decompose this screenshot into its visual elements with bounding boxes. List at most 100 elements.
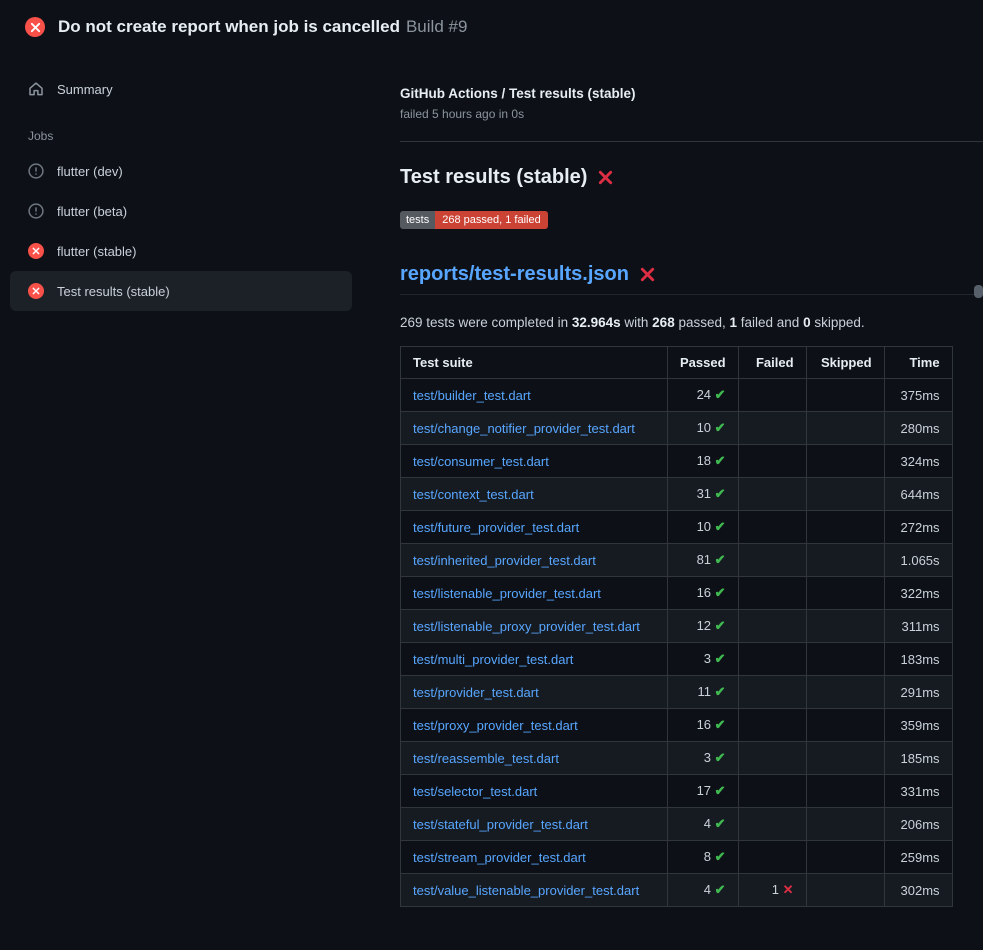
sidebar-job-label: flutter (dev): [57, 164, 123, 179]
skipped-cell: [806, 709, 884, 742]
results-table-body: test/builder_test.dart24 ✔375mstest/chan…: [401, 379, 953, 907]
skipped-cell: [806, 775, 884, 808]
table-row: test/inherited_provider_test.dart 81 ✔ 1.0…: [401, 544, 953, 577]
divider: [400, 141, 983, 142]
suite-cell: test/selector_test.dart: [401, 775, 668, 808]
suite-cell: test/proxy_provider_test.dart: [401, 709, 668, 742]
failed-cell: [738, 511, 806, 544]
suite-cell: test/change_notifier_provider_test.dart: [401, 412, 668, 445]
test-suite-link[interactable]: test/selector_test.dart: [413, 784, 537, 799]
check-icon: ✔: [715, 420, 726, 435]
sidebar-item-flutter-dev[interactable]: flutter (dev): [10, 151, 352, 191]
check-icon: ✔: [715, 618, 726, 633]
scrollbar-thumb[interactable]: [974, 285, 983, 298]
test-suite-link[interactable]: test/proxy_provider_test.dart: [413, 718, 578, 733]
suite-cell: test/stream_provider_test.dart: [401, 841, 668, 874]
time-cell: 331ms: [884, 775, 952, 808]
passed-cell: 16 ✔: [668, 709, 739, 742]
column-header-test-suite: Test suite: [401, 347, 668, 379]
skipped-cell: [806, 412, 884, 445]
failed-cell: [738, 742, 806, 775]
test-suite-link[interactable]: test/provider_test.dart: [413, 685, 539, 700]
sidebar-job-label: flutter (stable): [57, 244, 136, 259]
test-suite-link[interactable]: test/change_notifier_provider_test.dart: [413, 421, 635, 436]
test-suite-link[interactable]: test/listenable_provider_test.dart: [413, 586, 601, 601]
status-line: failed 5 hours ago in 0s: [400, 107, 983, 121]
table-row: test/selector_test.dart17 ✔331ms: [401, 775, 953, 808]
passed-cell: 18 ✔: [668, 445, 739, 478]
cancelled-icon: [28, 203, 44, 219]
skipped-cell: [806, 511, 884, 544]
cancelled-icon: [28, 163, 44, 179]
table-row: test/context_test.dart31 ✔644ms: [401, 478, 953, 511]
test-suite-link[interactable]: test/consumer_test.dart: [413, 454, 549, 469]
suite-cell: test/listenable_provider_test.dart: [401, 577, 668, 610]
sidebar-item-flutter-stable[interactable]: flutter (stable): [10, 231, 352, 271]
test-suite-link[interactable]: test/stream_provider_test.dart: [413, 850, 586, 865]
passed-cell: 11 ✔: [668, 676, 739, 709]
suite-cell: test/reassemble_test.dart: [401, 742, 668, 775]
badge-label: tests: [400, 211, 435, 229]
report-file-link[interactable]: reports/test-results.json: [400, 263, 629, 286]
table-row: test/change_notifier_provider_test.dart 1…: [401, 412, 953, 445]
failed-cell: [738, 676, 806, 709]
x-icon: ✕: [783, 882, 794, 897]
report-title: reports/test-results.json: [400, 263, 983, 295]
sidebar-job-label: Test results (stable): [57, 284, 170, 299]
suite-cell: test/stateful_provider_test.dart: [401, 808, 668, 841]
failed-cell: [738, 808, 806, 841]
sidebar-item-flutter-beta[interactable]: flutter (beta): [10, 191, 352, 231]
time-cell: 324ms: [884, 445, 952, 478]
test-suite-link[interactable]: test/reassemble_test.dart: [413, 751, 559, 766]
failed-cell: [738, 379, 806, 412]
passed-cell: 12 ✔: [668, 610, 739, 643]
time-cell: 259ms: [884, 841, 952, 874]
suite-cell: test/multi_provider_test.dart: [401, 643, 668, 676]
test-suite-link[interactable]: test/multi_provider_test.dart: [413, 652, 573, 667]
time-cell: 375ms: [884, 379, 952, 412]
failed-cell: [738, 445, 806, 478]
check-icon: ✔: [715, 453, 726, 468]
column-header-skipped: Skipped: [806, 347, 884, 379]
test-suite-link[interactable]: test/builder_test.dart: [413, 388, 531, 403]
skipped-cell: [806, 610, 884, 643]
time-cell: 322ms: [884, 577, 952, 610]
check-icon: ✔: [715, 750, 726, 765]
test-suite-link[interactable]: test/inherited_provider_test.dart: [413, 553, 596, 568]
skipped-cell: [806, 445, 884, 478]
test-suite-link[interactable]: test/future_provider_test.dart: [413, 520, 579, 535]
build-number: Build #9: [406, 17, 467, 36]
test-suite-link[interactable]: test/listenable_proxy_provider_test.dart: [413, 619, 640, 634]
skipped-cell: [806, 808, 884, 841]
column-header-failed: Failed: [738, 347, 806, 379]
time-cell: 1.065s: [884, 544, 952, 577]
table-header-row: Test suite Passed Failed Skipped Time: [401, 347, 953, 379]
skipped-cell: [806, 379, 884, 412]
passed-cell: 81 ✔: [668, 544, 739, 577]
failed-cell: 1 ✕: [738, 874, 806, 907]
sidebar-item-summary[interactable]: Summary: [10, 69, 352, 109]
check-icon: ✔: [715, 651, 726, 666]
test-suite-link[interactable]: test/stateful_provider_test.dart: [413, 817, 588, 832]
table-row: test/multi_provider_test.dart3 ✔183ms: [401, 643, 953, 676]
table-row: test/proxy_provider_test.dart 16 ✔ 359ms: [401, 709, 953, 742]
time-cell: 185ms: [884, 742, 952, 775]
passed-cell: 4 ✔: [668, 874, 739, 907]
table-row: test/stateful_provider_test.dart4 ✔206ms: [401, 808, 953, 841]
sidebar-item-test-results-stable[interactable]: Test results (stable): [10, 271, 352, 311]
check-icon: ✔: [715, 783, 726, 798]
passed-cell: 3 ✔: [668, 643, 739, 676]
time-cell: 359ms: [884, 709, 952, 742]
test-suite-link[interactable]: test/value_listenable_provider_test.dart: [413, 883, 639, 898]
check-title: Test results (stable): [400, 166, 983, 189]
passed-cell: 10 ✔: [668, 412, 739, 445]
time-cell: 311ms: [884, 610, 952, 643]
test-suite-link[interactable]: test/context_test.dart: [413, 487, 534, 502]
jobs-heading: Jobs: [28, 129, 380, 143]
badge-value: 268 passed, 1 failed: [435, 211, 547, 229]
time-cell: 302ms: [884, 874, 952, 907]
check-title-text: Test results (stable): [400, 166, 587, 189]
failed-cell: [738, 478, 806, 511]
time-cell: 206ms: [884, 808, 952, 841]
tests-badge: tests 268 passed, 1 failed: [400, 211, 548, 229]
